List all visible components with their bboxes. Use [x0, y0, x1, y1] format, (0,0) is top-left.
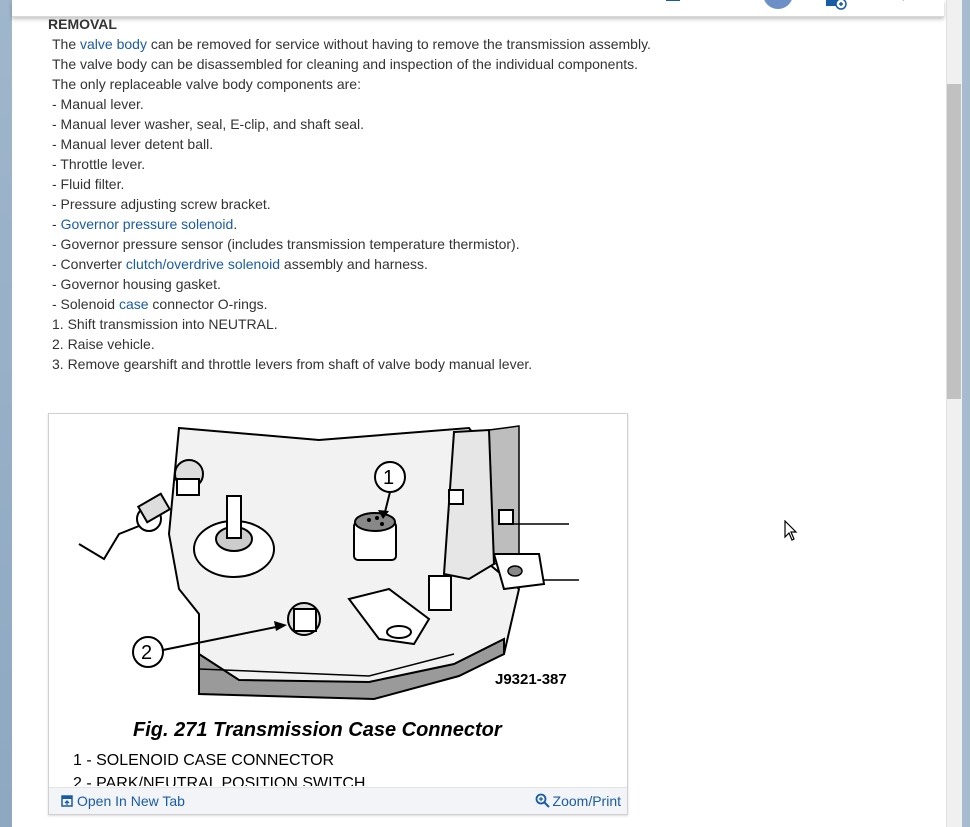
- valve-body-link[interactable]: valve body: [80, 36, 147, 52]
- figure-footer: Open In New Tab Zoom/Print: [49, 787, 627, 814]
- more-icon[interactable]: [896, 0, 910, 6]
- list-item: - Manual lever washer, seal, E-clip, and…: [52, 116, 365, 132]
- scrollbar-thumb[interactable]: [947, 84, 961, 399]
- text-segment: - Solenoid: [52, 296, 119, 312]
- list-item: - Manual lever detent ball.: [52, 136, 214, 152]
- list-item: - Governor pressure sensor (includes tra…: [52, 236, 520, 252]
- article-content: REMOVAL The valve body can be removed fo…: [48, 14, 928, 374]
- figure-card[interactable]: 1 2 J9321-387 Fig. 271 Transmission Case…: [48, 413, 628, 815]
- comment-icon[interactable]: [664, 0, 684, 6]
- transmission-case-connector-diagram[interactable]: 1 2 J9321-387 Fig. 271 Transmission Case…: [49, 414, 627, 792]
- list-item: - Pressure adjusting screw bracket.: [52, 196, 271, 212]
- text-line: The valve body can be disassembled for c…: [52, 56, 639, 72]
- zoom-print-button[interactable]: Zoom/Print: [535, 793, 621, 809]
- text-line: The only replaceable valve body componen…: [52, 76, 361, 92]
- case-link[interactable]: case: [119, 296, 149, 312]
- clutch-overdrive-solenoid-link[interactable]: clutch/overdrive solenoid: [126, 256, 280, 272]
- text-line: The valve body can be removed for servic…: [48, 34, 928, 54]
- list-item: - Manual lever.: [52, 96, 144, 112]
- step-item: 3. Remove gearshift and throttle levers …: [52, 356, 533, 372]
- avatar[interactable]: [760, 0, 796, 10]
- legend-item-2: 2 - PARK/NEUTRAL POSITION SWITCH: [73, 775, 365, 786]
- legend-item-1: 1 - SOLENOID CASE CONNECTOR: [73, 752, 334, 769]
- mouse-pointer-icon: [784, 520, 798, 541]
- figure-code: J9321-387: [495, 671, 567, 688]
- list-item: - Fluid filter.: [52, 176, 125, 192]
- open-in-new-tab-button[interactable]: Open In New Tab: [61, 793, 185, 809]
- text-segment: can be removed for service without havin…: [146, 36, 651, 52]
- list-item: - Throttle lever.: [52, 156, 146, 172]
- section-heading: REMOVAL: [48, 16, 117, 32]
- step-item: 1. Shift transmission into NEUTRAL.: [52, 316, 278, 332]
- figure-caption: Fig. 271 Transmission Case Connector: [133, 719, 503, 741]
- left-window-edge: [0, 0, 12, 827]
- text-segment: -: [52, 216, 61, 232]
- list-item: - Converter clutch/overdrive solenoid as…: [48, 254, 928, 274]
- right-window-edge: [962, 0, 970, 827]
- list-item: - Governor pressure solenoid.: [48, 214, 928, 234]
- open-in-new-tab-icon: [61, 795, 73, 807]
- callout-1-label: 1: [383, 467, 394, 489]
- zoom-print-label: Zoom/Print: [552, 793, 621, 809]
- zoom-magnifier-icon: [535, 793, 550, 808]
- text-segment: - Converter: [52, 256, 126, 272]
- list-item: - Governor housing gasket.: [52, 276, 221, 292]
- add-bookmark-icon[interactable]: [824, 0, 850, 10]
- text-segment: assembly and harness.: [280, 256, 428, 272]
- open-in-new-tab-label: Open In New Tab: [77, 793, 185, 809]
- step-item: 2. Raise vehicle.: [52, 336, 155, 352]
- text-segment: The: [52, 36, 81, 52]
- text-segment: connector O-rings.: [148, 296, 268, 312]
- callout-2-label: 2: [141, 642, 152, 664]
- list-item: - Solenoid case connector O-rings.: [48, 294, 928, 314]
- governor-pressure-solenoid-link[interactable]: Governor pressure solenoid: [61, 216, 234, 232]
- text-segment: .: [233, 216, 238, 232]
